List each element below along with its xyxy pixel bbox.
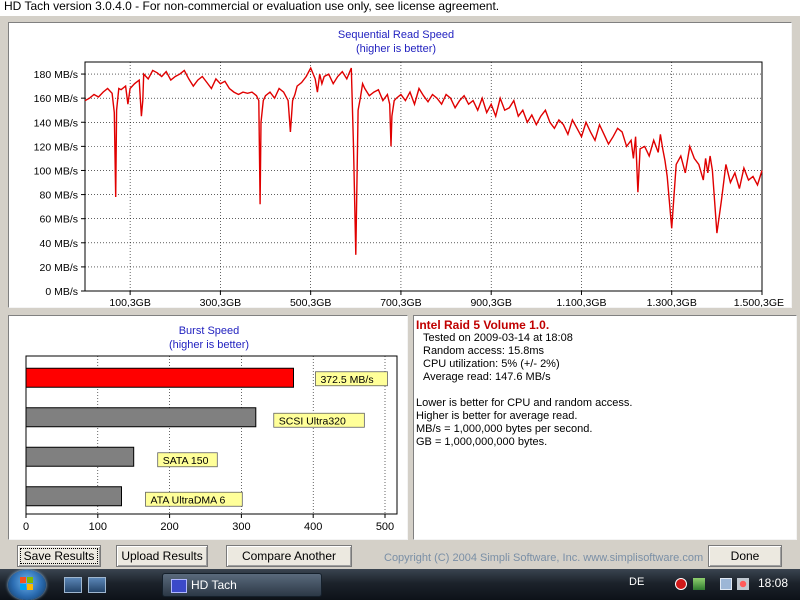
seq-y-tick-label: 160 MB/s [34,93,78,105]
seq-y-tick-label: 140 MB/s [34,117,78,129]
windows-start-icon[interactable] [8,570,46,600]
seq-x-tick-label: 700,3GB [380,297,421,307]
note-higher-better: Higher is better for average read. [416,410,578,422]
burst-speed-chart: Burst Speed (higher is better) 372.5 MB/… [23,325,398,533]
volume-muted-icon[interactable] [737,578,749,590]
seq-x-tick-label: 100,3GB [109,297,150,307]
seq-y-tick-label: 40 MB/s [39,238,78,250]
window-title: HD Tach version 3.0.4.0 - For non-commer… [0,0,800,16]
language-indicator[interactable]: DE [629,576,644,588]
note-lower-better: Lower is better for CPU and random acces… [416,397,633,409]
sequential-read-panel: Sequential Read Speed (higher is better)… [8,22,792,308]
note-gb-definition: GB = 1,000,000,000 bytes. [416,436,548,448]
seq-x-tick-label: 1.300,3GB [647,297,697,307]
burst-x-tick-label: 500 [376,521,394,533]
upload-results-button[interactable]: Upload Results [116,545,208,567]
compare-another-drive-button[interactable]: Compare Another Drive [226,545,352,583]
tested-date: Tested on 2009-03-14 at 18:08 [423,332,573,344]
burst-bar [25,407,257,428]
seq-x-tick-label: 300,3GB [200,297,241,307]
drive-name: Intel Raid 5 Volume 1.0. [416,318,550,332]
seq-chart-title: Sequential Read Speed [338,29,454,41]
burst-x-tick-label: 200 [160,521,178,533]
average-read-value: Average read: 147.6 MB/s [423,371,551,383]
burst-chart-subtitle: (higher is better) [169,339,249,351]
drive-info-panel: Intel Raid 5 Volume 1.0. Tested on 2009-… [413,315,797,540]
burst-bar-label: 372.5 MB/s [320,374,373,386]
note-mbs-definition: MB/s = 1,000,000 bytes per second. [416,423,593,435]
burst-bar-label: SCSI Ultra320 [279,415,346,427]
hd-tach-app-icon [171,579,187,593]
seq-x-tick-label: 900,3GB [470,297,511,307]
burst-x-tick-label: 100 [89,521,107,533]
taskbar-hd-tach-button[interactable]: HD Tach [162,573,322,597]
burst-x-tick-label: 300 [232,521,250,533]
security-alert-icon[interactable] [675,578,687,590]
burst-bar-label: ATA UltraDMA 6 [150,494,225,506]
sequential-read-chart: Sequential Read Speed (higher is better)… [34,29,784,307]
seq-y-tick-label: 120 MB/s [34,141,78,153]
done-button[interactable]: Done [708,545,782,567]
seq-x-tick-label: 1.500,3GE [734,297,784,307]
taskbar-app-label: HD Tach [191,578,237,592]
network-icon[interactable] [693,578,705,590]
seq-y-tick-label: 60 MB/s [39,214,78,226]
seq-chart-subtitle: (higher is better) [356,43,436,55]
display-icon[interactable] [720,578,732,590]
save-results-button[interactable]: Save Results [17,545,101,567]
random-access-value: Random access: 15.8ms [423,345,545,357]
seq-y-tick-label: 80 MB/s [39,190,78,202]
burst-speed-panel: Burst Speed (higher is better) 372.5 MB/… [8,315,408,540]
seq-y-tick-label: 0 MB/s [45,286,78,298]
burst-bar [25,486,122,507]
burst-bar [25,367,294,388]
seq-x-tick-label: 1.100,3GB [556,297,606,307]
burst-chart-title: Burst Speed [179,325,240,337]
seq-y-tick-label: 180 MB/s [34,69,78,81]
seq-y-tick-label: 20 MB/s [39,262,78,274]
cpu-utilization-value: CPU utilization: 5% (+/- 2%) [423,358,560,370]
clock[interactable]: 18:08 [758,576,788,590]
switch-windows-icon[interactable] [88,577,106,593]
burst-x-tick-label: 400 [304,521,322,533]
seq-y-tick-label: 100 MB/s [34,165,78,177]
burst-x-tick-label: 0 [23,521,29,533]
seq-x-tick-label: 500,3GB [290,297,331,307]
copyright-text: Copyright (C) 2004 Simpli Software, Inc.… [384,552,704,564]
show-desktop-icon[interactable] [64,577,82,593]
burst-bar [25,446,135,467]
burst-bar-label: SATA 150 [163,455,209,467]
